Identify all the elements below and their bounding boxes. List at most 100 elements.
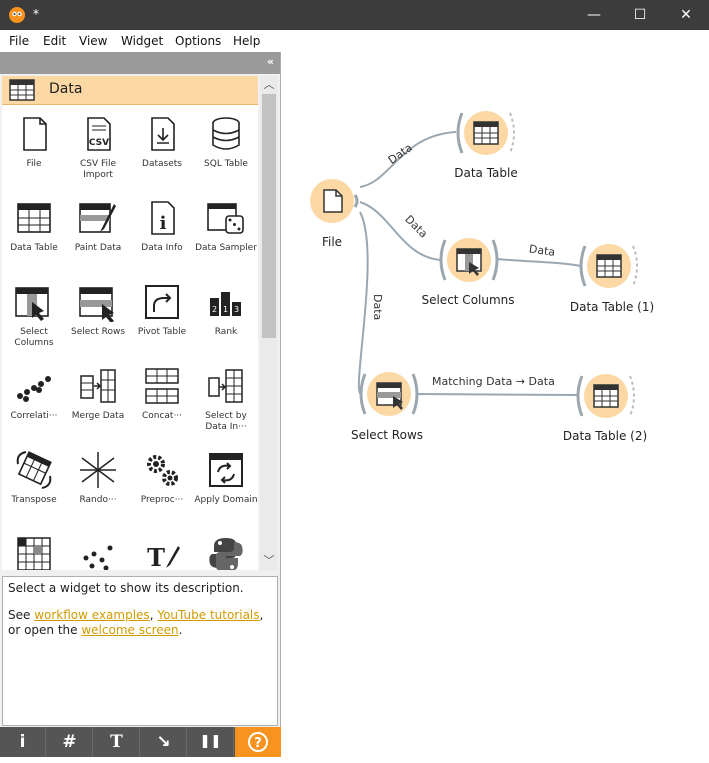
node-data-table-2[interactable] [576, 370, 635, 420]
select-rows-icon [79, 287, 114, 322]
widget-tool-csv-file-import[interactable]: CSV CSV File Import [66, 109, 130, 193]
widget-tool-label: Transpose [11, 495, 57, 505]
widget-tool-rank[interactable]: 2 1 3 Rank [194, 277, 258, 361]
widget-tool-label: Data Sampler [195, 243, 257, 253]
link-columns-to-table1[interactable] [496, 258, 582, 267]
widget-tool-label: File [26, 159, 42, 169]
merge-icon [80, 369, 116, 403]
close-button[interactable]: ✕ [663, 0, 709, 30]
svg-text:CSV: CSV [89, 138, 109, 148]
widget-tool-sql-table[interactable]: SQL Table [194, 109, 258, 193]
widget-tool-apply-domain[interactable]: Apply Domain [194, 445, 258, 529]
table-icon [17, 203, 51, 233]
toolbox-scrollbar[interactable]: ︿ ﹀ [260, 76, 278, 570]
menu-view[interactable]: View [79, 34, 107, 48]
node-label-data-table-1[interactable]: Data Table (1) [570, 300, 654, 314]
widget-tool-pivot-table[interactable]: Pivot Table [130, 277, 194, 361]
widget-tool-datasets[interactable]: Datasets [130, 109, 194, 193]
menu-options[interactable]: Options [175, 34, 221, 48]
category-label: Data [49, 81, 83, 97]
title-bar: * — ☐ ✕ [0, 0, 709, 30]
youtube-tutorials-link[interactable]: YouTube tutorials [157, 608, 259, 622]
category-header-data[interactable]: Data [2, 76, 258, 105]
menu-edit[interactable]: Edit [43, 34, 66, 48]
svg-text:i: i [160, 213, 167, 234]
widget-tool-select-by-data-in[interactable]: Select by Data In··· [194, 361, 258, 445]
pause-button[interactable]: ❚❚ [188, 727, 234, 757]
csv-icon: CSV [87, 117, 111, 151]
svg-text:?: ? [254, 736, 262, 751]
widget-tool-select-columns[interactable]: Select Columns [2, 277, 66, 361]
help-button[interactable]: ? [235, 727, 281, 757]
widget-tool-item-21[interactable] [66, 529, 130, 570]
grid-button[interactable]: # [47, 727, 93, 757]
widget-tool-file[interactable]: File [2, 109, 66, 193]
arrow-annotation-button[interactable]: ↘ [141, 727, 187, 757]
svg-text:1: 1 [223, 305, 228, 314]
widget-tool-label: SQL Table [204, 159, 248, 169]
node-label-file[interactable]: File [322, 235, 342, 249]
scroll-thumb[interactable] [262, 94, 276, 338]
link-rows-to-table2[interactable] [416, 393, 579, 396]
widget-tool-data-sampler[interactable]: Data Sampler [194, 193, 258, 277]
widget-tool-select-rows[interactable]: Select Rows [66, 277, 130, 361]
link-label-file-select-rows: Data [371, 294, 384, 320]
description-text: Select a widget to show its description. [8, 581, 244, 595]
orange-app-icon [9, 7, 25, 23]
menu-file[interactable]: File [9, 34, 29, 48]
link-label-file-select-columns: Data [402, 213, 430, 241]
info-button[interactable]: i [0, 727, 46, 757]
maximize-button[interactable]: ☐ [617, 0, 663, 30]
dock-header: « [0, 52, 280, 74]
widget-tool-preproc[interactable]: Preproc··· [130, 445, 194, 529]
text-annotation-button[interactable]: T [94, 727, 140, 757]
node-label-select-rows[interactable]: Select Rows [351, 428, 423, 442]
scroll-down-icon[interactable]: ﹀ [260, 552, 278, 570]
node-label-data-table-2[interactable]: Data Table (2) [563, 429, 647, 443]
menu-help[interactable]: Help [233, 34, 260, 48]
table-icon [9, 79, 35, 101]
widget-tool-label: Pivot Table [137, 327, 187, 337]
node-data-table-1[interactable] [579, 240, 638, 290]
workflow-examples-link[interactable]: workflow examples [34, 608, 149, 622]
widget-tool-item-20[interactable] [2, 529, 66, 570]
widget-tool-rando[interactable]: Rando··· [66, 445, 130, 529]
info-icon: i [151, 201, 175, 235]
widget-tool-paint-data[interactable]: Paint Data [66, 193, 130, 277]
link-file-to-data-table[interactable] [359, 131, 457, 188]
widget-dock: « Data File CSV CSV File Import Datasets SQL… [0, 52, 281, 757]
welcome-screen-link[interactable]: welcome screen [81, 623, 178, 637]
node-select-columns[interactable] [439, 234, 499, 284]
workflow-canvas[interactable]: Data Data Data Data Matching Data → Data… [281, 52, 709, 757]
widget-tool-label: CSV File Import [79, 159, 117, 180]
datasets-icon [151, 117, 175, 151]
database-icon [212, 117, 240, 150]
collapse-dock-button[interactable]: « [267, 55, 274, 68]
rank-icon: 213 [210, 292, 241, 316]
node-select-rows[interactable] [359, 368, 419, 418]
node-label-data-table[interactable]: Data Table [454, 166, 518, 180]
menu-bar: File Edit View Widget Options Help [0, 30, 709, 53]
widget-tool-label: Apply Domain [194, 495, 258, 505]
minimize-button[interactable]: — [571, 0, 617, 30]
widget-tool-item-23[interactable] [194, 529, 258, 570]
widget-tool-transpose[interactable]: Transpose [2, 445, 66, 529]
widget-tool-merge-data[interactable]: Merge Data [66, 361, 130, 445]
scroll-up-icon[interactable]: ︿ [260, 76, 278, 94]
widget-tool-item-22[interactable]: T [130, 529, 194, 570]
svg-text:T: T [147, 543, 165, 570]
widget-tool-data-table[interactable]: Data Table [2, 193, 66, 277]
widget-tool-data-info[interactable]: i Data Info [130, 193, 194, 277]
transpose-icon [16, 451, 52, 489]
select-rows-icon [359, 372, 419, 416]
apply-domain-icon [209, 453, 243, 487]
widget-toolbox: File CSV CSV File Import Datasets SQL Table D… [2, 105, 258, 570]
node-file[interactable] [308, 177, 359, 227]
menu-widget[interactable]: Widget [121, 34, 163, 48]
widget-tool-correlati[interactable]: Correlati··· [2, 361, 66, 445]
node-data-table[interactable] [456, 107, 515, 157]
widget-tool-concat[interactable]: Concat··· [130, 361, 194, 445]
node-label-select-columns[interactable]: Select Columns [421, 293, 514, 307]
widget-tool-label: Rank [214, 327, 238, 337]
link-file-to-select-rows[interactable] [357, 211, 369, 395]
